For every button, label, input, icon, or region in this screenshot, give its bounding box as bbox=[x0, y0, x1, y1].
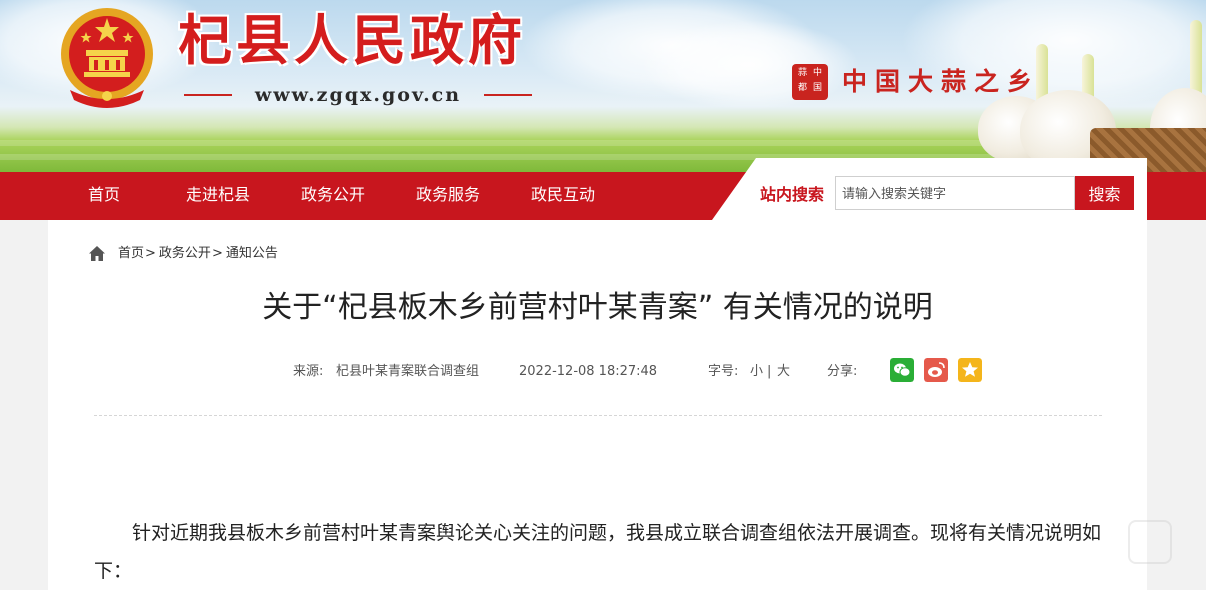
weibo-icon[interactable] bbox=[924, 358, 948, 382]
search-button[interactable]: 搜索 bbox=[1075, 176, 1134, 210]
meta-divider bbox=[94, 415, 1102, 416]
seal-char: 蒜 bbox=[797, 68, 807, 78]
site-url: www.zgqx.gov.cn bbox=[254, 84, 462, 106]
article-title: 关于“杞县板木乡前营村叶某青案” 有关情况的说明 bbox=[262, 290, 933, 325]
nav-interaction[interactable]: 政民互动 bbox=[531, 172, 595, 220]
article-source: 杞县叶某青案联合调查组 bbox=[336, 364, 480, 379]
header-banner: 杞县人民政府 www.zgqx.gov.cn 蒜 中 都 国 中国大蒜之乡 bbox=[0, 0, 1206, 172]
search-input[interactable] bbox=[835, 176, 1075, 210]
nav-government-affairs[interactable]: 政务公开 bbox=[301, 172, 365, 220]
qzone-icon[interactable] bbox=[958, 358, 982, 382]
url-line-left bbox=[184, 94, 232, 96]
font-size-large-button[interactable]: 大 bbox=[777, 362, 790, 382]
source-label: 来源: bbox=[293, 364, 324, 379]
site-url-block: www.zgqx.gov.cn bbox=[184, 82, 532, 108]
home-icon bbox=[89, 246, 105, 261]
article-paragraph: 针对近期我县板木乡前营村叶某青案舆论关心关注的问题，我县成立联合调查组依法开展调… bbox=[94, 522, 1102, 582]
nav-government-services[interactable]: 政务服务 bbox=[416, 172, 480, 220]
breadcrumb: 首页 > 政务公开 > 通知公告 bbox=[88, 244, 278, 264]
font-size-separator: | bbox=[767, 364, 772, 379]
breadcrumb-separator: > bbox=[211, 246, 223, 261]
font-size-label: 字号: bbox=[708, 364, 739, 379]
seal-char: 国 bbox=[812, 83, 822, 93]
breadcrumb-separator: > bbox=[145, 246, 156, 261]
nav-home[interactable]: 首页 bbox=[88, 172, 120, 220]
wechat-icon[interactable] bbox=[890, 358, 914, 382]
seal-char: 中 bbox=[812, 68, 822, 78]
article-datetime: 2022-12-08 18:27:48 bbox=[519, 364, 658, 379]
seal-char: 都 bbox=[797, 83, 807, 93]
nav-about-county[interactable]: 走进杞县 bbox=[186, 172, 250, 220]
breadcrumb-home[interactable]: 首页 bbox=[118, 244, 144, 264]
seal-logo: 蒜 中 都 国 bbox=[792, 64, 828, 100]
font-size-small-button[interactable]: 小 bbox=[750, 362, 763, 382]
breadcrumb-notices[interactable]: 通知公告 bbox=[226, 244, 278, 264]
national-emblem-icon bbox=[61, 8, 153, 108]
watermark-mark bbox=[1128, 520, 1172, 564]
breadcrumb-government-affairs[interactable]: 政务公开 bbox=[159, 244, 211, 264]
search-label: 站内搜索 bbox=[760, 185, 825, 204]
site-title: 杞县人民政府 bbox=[178, 8, 526, 72]
share-label: 分享: bbox=[827, 364, 858, 379]
url-line-right bbox=[484, 94, 532, 96]
